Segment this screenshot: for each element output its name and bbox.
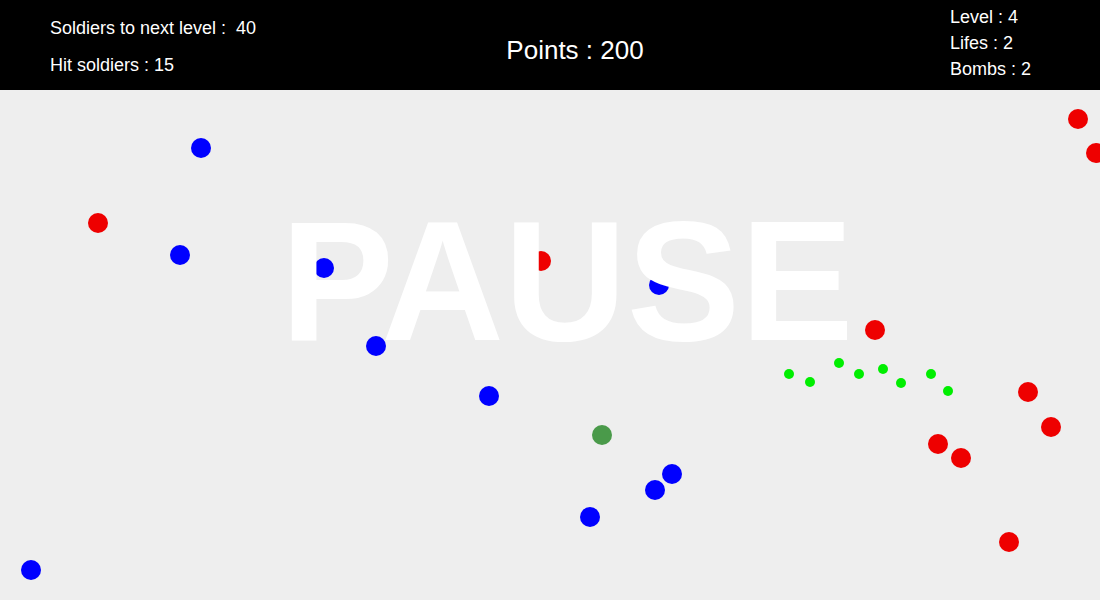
hud-right: Level : 4Lifes : 2Bombs : 2 xyxy=(950,0,1100,82)
soldier-dot xyxy=(170,245,190,265)
pause-overlay: PAUSE xyxy=(0,196,1100,366)
hud-stat: Bombs : 2 xyxy=(950,56,1100,82)
soldier-dot xyxy=(479,386,499,406)
soldier-dot xyxy=(865,320,885,340)
hud-stat: Hit soldiers : 15 xyxy=(50,47,300,84)
soldier-dot xyxy=(21,560,41,580)
soldier-dot xyxy=(592,425,612,445)
soldier-dot xyxy=(928,434,948,454)
hud-left: Soldiers to next level : 40Hit soldiers … xyxy=(0,0,300,84)
soldier-dot xyxy=(662,464,682,484)
soldier-dot xyxy=(580,507,600,527)
points-label: Points : 200 xyxy=(300,0,950,66)
bullet-dot xyxy=(878,364,888,374)
bullet-dot xyxy=(896,378,906,388)
soldier-dot xyxy=(88,213,108,233)
bullet-dot xyxy=(854,369,864,379)
bullet-dot xyxy=(926,369,936,379)
soldier-dot xyxy=(1086,143,1100,163)
hud-stat: Lifes : 2 xyxy=(950,30,1100,56)
soldier-dot xyxy=(1018,382,1038,402)
hud-bar: Soldiers to next level : 40Hit soldiers … xyxy=(0,0,1100,90)
game-screen: Soldiers to next level : 40Hit soldiers … xyxy=(0,0,1100,600)
hud-stat: Soldiers to next level : 40 xyxy=(50,10,300,47)
bullet-dot xyxy=(805,377,815,387)
bullet-dot xyxy=(784,369,794,379)
soldier-dot xyxy=(1068,109,1088,129)
soldier-dot xyxy=(645,480,665,500)
hud-stat: Level : 4 xyxy=(950,4,1100,30)
game-field[interactable]: PAUSE xyxy=(0,90,1100,600)
soldier-dot xyxy=(951,448,971,468)
soldier-dot xyxy=(1041,417,1061,437)
soldier-dot xyxy=(999,532,1019,552)
bullet-dot xyxy=(943,386,953,396)
soldier-dot xyxy=(191,138,211,158)
